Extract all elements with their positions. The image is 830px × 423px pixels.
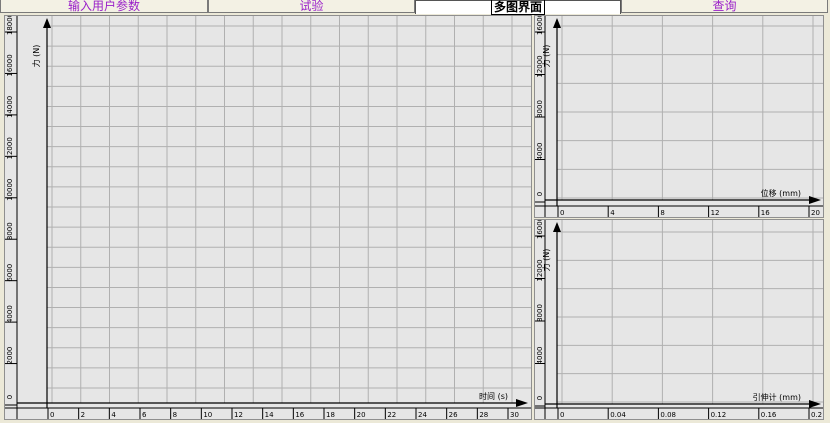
force-displacement-x-tick-label: 20: [811, 209, 820, 217]
force-time-x-tick-label: 16: [295, 411, 304, 419]
force-time-x-tick-label: 10: [203, 411, 212, 419]
tab-test[interactable]: 试验: [208, 0, 415, 13]
tab-query[interactable]: 查询: [621, 0, 828, 13]
force-displacement-y-tick-label: 0: [536, 192, 544, 196]
force-extensometer-y-tick-label: 4000: [536, 347, 544, 365]
force-time-x-tick-label: 0: [50, 411, 54, 419]
tab-bar: 输入用户参数 试验 多图界面 查询: [0, 0, 830, 15]
force-time-y-tick-label: 4000: [6, 305, 14, 323]
force-time-x-tick-label: 14: [265, 411, 274, 419]
chart-force-extensometer: 04000800012000160000 0.04 0.08 0.12 0.16 0.2力…: [535, 217, 823, 419]
chart-panel-force-time: 0 2000 4000 6000 8000 10000 12000 14000 16000 180…: [4, 13, 532, 420]
force-displacement-background: [535, 16, 823, 217]
force-extensometer-x-axis-label: 引伸计 (mm): [753, 392, 801, 402]
force-extensometer-background: [535, 220, 823, 419]
force-displacement-x-tick-label: 0: [560, 209, 564, 217]
tab-user-params-label: 输入用户参数: [67, 0, 140, 13]
tab-test-label: 试验: [299, 0, 324, 13]
force-extensometer-y-tick-label: 8000: [536, 304, 544, 322]
force-time-x-tick-label: 12: [234, 411, 243, 419]
force-extensometer-x-tick-label: 0.08: [660, 411, 676, 419]
force-displacement-x-axis-label: 位移 (mm): [761, 188, 801, 198]
force-time-y-tick-label: 2000: [6, 347, 14, 365]
force-extensometer-x-tick-label: 0.16: [761, 411, 777, 419]
force-time-y-axis-label: 力 (N): [31, 45, 41, 68]
force-time-y-tick-label: 18000: [6, 16, 14, 35]
chart-force-displacement: 04000800012000160000 4 8 12 16 20力 (N)位移 (mm): [535, 13, 823, 217]
force-extensometer-y-axis-label: 力 (N): [541, 249, 551, 272]
force-time-x-tick-label: 30: [510, 411, 519, 419]
force-displacement-y-axis-label: 力 (N): [541, 45, 551, 68]
force-extensometer-x-tick-label: 0.12: [711, 411, 727, 419]
tab-multi-chart-label: 多图界面: [490, 0, 545, 15]
tab-multi-chart[interactable]: 多图界面: [415, 0, 621, 15]
force-time-y-tick-label: 12000: [6, 137, 14, 159]
tab-user-params[interactable]: 输入用户参数: [0, 0, 208, 13]
force-time-y-tick-label: 0: [6, 395, 14, 399]
force-time-y-tick-label: 8000: [6, 222, 14, 240]
force-extensometer-y-tick-label: 0: [536, 396, 544, 400]
force-displacement-y-tick-label: 16000: [536, 16, 544, 35]
chart-panel-force-extensometer: 0 4000 8000 12000 16000 0 0.04 0.08 0.12 0.16 0.2 力…: [534, 217, 824, 420]
force-displacement-x-tick-label: 16: [761, 209, 770, 217]
force-extensometer-y-tick-label: 16000: [536, 220, 544, 239]
force-time-y-tick-label: 14000: [6, 96, 14, 118]
force-time-x-axis-label: 时间 (s): [479, 391, 508, 401]
chart-panel-force-displacement: 0 4000 8000 12000 16000 0 4 8 12 16 20 力 (N) 位移 (mm): [534, 13, 824, 218]
force-time-x-tick-label: 6: [142, 411, 147, 419]
force-time-y-tick-label: 10000: [6, 179, 14, 201]
force-time-y-tick-label: 6000: [6, 264, 14, 282]
force-time-x-tick-label: 26: [449, 411, 458, 419]
force-time-background: [5, 16, 531, 419]
force-extensometer-x-tick-label: 0: [560, 411, 564, 419]
force-time-x-tick-label: 24: [418, 411, 427, 419]
force-time-x-tick-label: 8: [173, 411, 177, 419]
force-displacement-y-tick-label: 8000: [536, 100, 544, 118]
force-displacement-x-tick-label: 4: [610, 209, 615, 217]
force-time-x-tick-label: 2: [81, 411, 85, 419]
force-extensometer-x-tick-label: 0.04: [610, 411, 626, 419]
force-displacement-y-tick-label: 4000: [536, 143, 544, 161]
force-time-x-tick-label: 20: [357, 411, 366, 419]
force-time-x-tick-label: 4: [111, 411, 116, 419]
force-time-x-tick-label: 28: [479, 411, 488, 419]
force-displacement-x-tick-label: 12: [711, 209, 720, 217]
force-time-x-tick-label: 22: [387, 411, 396, 419]
force-time-x-tick-label: 18: [326, 411, 335, 419]
force-displacement-x-tick-label: 8: [660, 209, 664, 217]
chart-force-time: 0200040006000800010000120001400016000180…: [5, 13, 531, 419]
force-time-y-tick-label: 16000: [6, 54, 14, 76]
tab-query-label: 查询: [712, 0, 737, 13]
force-extensometer-x-tick-label: 0.2: [811, 411, 822, 419]
